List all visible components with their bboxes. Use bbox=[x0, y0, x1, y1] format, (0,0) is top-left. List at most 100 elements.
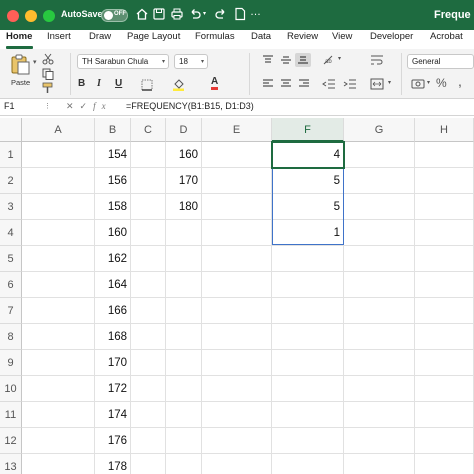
cell-c9[interactable] bbox=[131, 350, 166, 376]
cell-f12[interactable] bbox=[272, 428, 344, 454]
cell-h7[interactable] bbox=[415, 298, 474, 324]
cell-g7[interactable] bbox=[344, 298, 415, 324]
cell-h13[interactable] bbox=[415, 454, 474, 474]
tab-draw[interactable]: Draw bbox=[89, 31, 111, 42]
orientation-icon[interactable]: ab bbox=[322, 54, 336, 66]
cell-e9[interactable] bbox=[202, 350, 272, 376]
underline-icon[interactable]: U bbox=[115, 78, 122, 89]
cell-c1[interactable] bbox=[131, 142, 166, 168]
cell-h3[interactable] bbox=[415, 194, 474, 220]
cell-d5[interactable] bbox=[166, 246, 202, 272]
percent-style-icon[interactable]: % bbox=[436, 76, 447, 90]
cell-f2[interactable]: 5 bbox=[272, 168, 344, 194]
number-format-select[interactable]: General bbox=[407, 54, 474, 69]
more-options-icon[interactable]: … bbox=[250, 6, 264, 20]
cell-b4[interactable]: 160 bbox=[95, 220, 131, 246]
format-painter-icon[interactable] bbox=[42, 82, 54, 94]
cell-e11[interactable] bbox=[202, 402, 272, 428]
cell-e1[interactable] bbox=[202, 142, 272, 168]
cell-a11[interactable] bbox=[22, 402, 95, 428]
cell-b10[interactable]: 172 bbox=[95, 376, 131, 402]
tab-home[interactable]: Home bbox=[6, 31, 32, 42]
row-header[interactable]: 12 bbox=[0, 428, 22, 454]
cell-h1[interactable] bbox=[415, 142, 474, 168]
row-header[interactable]: 4 bbox=[0, 220, 22, 246]
column-header-d[interactable]: D bbox=[166, 118, 202, 142]
borders-icon[interactable] bbox=[141, 79, 153, 91]
cell-f7[interactable] bbox=[272, 298, 344, 324]
cell-g1[interactable] bbox=[344, 142, 415, 168]
cell-a2[interactable] bbox=[22, 168, 95, 194]
cell-g10[interactable] bbox=[344, 376, 415, 402]
undo-icon[interactable] bbox=[188, 7, 202, 21]
cell-h11[interactable] bbox=[415, 402, 474, 428]
cell-b12[interactable]: 176 bbox=[95, 428, 131, 454]
row-header[interactable]: 1 bbox=[0, 142, 22, 168]
column-header-f[interactable]: F bbox=[272, 118, 344, 142]
cell-c5[interactable] bbox=[131, 246, 166, 272]
cell-f3[interactable]: 5 bbox=[272, 194, 344, 220]
row-header[interactable]: 8 bbox=[0, 324, 22, 350]
cut-icon[interactable] bbox=[42, 53, 54, 65]
cell-g2[interactable] bbox=[344, 168, 415, 194]
font-color-icon[interactable]: A bbox=[211, 76, 219, 90]
row-header[interactable]: 11 bbox=[0, 402, 22, 428]
cell-f13[interactable] bbox=[272, 454, 344, 474]
paste-dropdown-icon[interactable]: ▾ bbox=[33, 58, 37, 66]
cell-c8[interactable] bbox=[131, 324, 166, 350]
name-box[interactable]: F1 bbox=[4, 101, 15, 111]
cell-b1[interactable]: 154 bbox=[95, 142, 131, 168]
tab-data[interactable]: Data bbox=[251, 31, 271, 42]
cell-h9[interactable] bbox=[415, 350, 474, 376]
row-header[interactable]: 9 bbox=[0, 350, 22, 376]
cell-h10[interactable] bbox=[415, 376, 474, 402]
wrap-text-icon[interactable] bbox=[370, 54, 384, 66]
cell-d6[interactable] bbox=[166, 272, 202, 298]
orientation-dropdown-icon[interactable]: ▾ bbox=[338, 55, 341, 62]
cell-f1[interactable]: 4 bbox=[272, 142, 344, 168]
cell-d12[interactable] bbox=[166, 428, 202, 454]
close-window-button[interactable] bbox=[7, 10, 19, 22]
row-header[interactable]: 6 bbox=[0, 272, 22, 298]
cell-e12[interactable] bbox=[202, 428, 272, 454]
save-icon[interactable] bbox=[152, 7, 166, 21]
cell-g3[interactable] bbox=[344, 194, 415, 220]
insert-function-icon[interactable]: fx bbox=[93, 101, 112, 111]
redo-icon[interactable] bbox=[214, 7, 228, 21]
font-name-select[interactable]: TH Sarabun Chula ▾ bbox=[77, 54, 169, 69]
zoom-window-button[interactable] bbox=[43, 10, 55, 22]
cell-a6[interactable] bbox=[22, 272, 95, 298]
cell-f11[interactable] bbox=[272, 402, 344, 428]
cell-d9[interactable] bbox=[166, 350, 202, 376]
align-middle-icon[interactable] bbox=[280, 55, 292, 65]
cell-e6[interactable] bbox=[202, 272, 272, 298]
align-right-icon[interactable] bbox=[298, 79, 310, 89]
cell-a8[interactable] bbox=[22, 324, 95, 350]
column-header-b[interactable]: B bbox=[95, 118, 131, 142]
cell-d1[interactable]: 160 bbox=[166, 142, 202, 168]
cell-b7[interactable]: 166 bbox=[95, 298, 131, 324]
row-header[interactable]: 2 bbox=[0, 168, 22, 194]
font-size-select[interactable]: 18 ▾ bbox=[174, 54, 208, 69]
fill-color-icon[interactable] bbox=[172, 78, 185, 91]
italic-icon[interactable]: I bbox=[97, 78, 101, 89]
cell-e4[interactable] bbox=[202, 220, 272, 246]
cell-b6[interactable]: 164 bbox=[95, 272, 131, 298]
tab-review[interactable]: Review bbox=[287, 31, 318, 42]
merge-center-icon[interactable] bbox=[370, 78, 384, 90]
cell-d8[interactable] bbox=[166, 324, 202, 350]
cell-g5[interactable] bbox=[344, 246, 415, 272]
cell-f8[interactable] bbox=[272, 324, 344, 350]
cell-a9[interactable] bbox=[22, 350, 95, 376]
cell-c11[interactable] bbox=[131, 402, 166, 428]
column-header-c[interactable]: C bbox=[131, 118, 166, 142]
tab-insert[interactable]: Insert bbox=[47, 31, 71, 42]
home-icon[interactable] bbox=[135, 7, 149, 21]
cell-b8[interactable]: 168 bbox=[95, 324, 131, 350]
decrease-indent-icon[interactable] bbox=[322, 78, 336, 90]
cell-f9[interactable] bbox=[272, 350, 344, 376]
cell-e3[interactable] bbox=[202, 194, 272, 220]
cell-d2[interactable]: 170 bbox=[166, 168, 202, 194]
cell-c6[interactable] bbox=[131, 272, 166, 298]
confirm-entry-icon[interactable]: ✓ bbox=[80, 101, 94, 111]
